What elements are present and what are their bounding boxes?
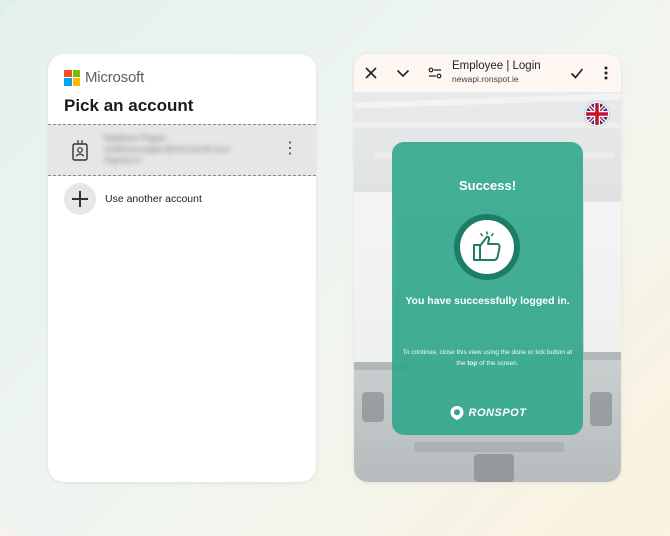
browser-url: newapi.ronspot.ie (452, 74, 519, 84)
note-emphasis: top (467, 360, 478, 367)
account-row[interactable]: Matthew Pagan matthew.pagan@microsoft.co… (48, 124, 316, 176)
chevron-down-icon[interactable] (394, 64, 412, 82)
instruction-note: To continue, close this view using the d… (402, 347, 573, 369)
account-details: Matthew Pagan matthew.pagan@microsoft.co… (104, 133, 230, 166)
thumbs-up-badge (454, 214, 520, 280)
page-title: Pick an account (64, 96, 194, 115)
microsoft-brand: Microsoft (64, 69, 144, 86)
success-title: Success! (458, 178, 517, 193)
badge-icon (72, 140, 88, 161)
microsoft-logo-icon (64, 69, 80, 86)
site-settings-icon[interactable] (426, 64, 444, 82)
uk-flag-icon[interactable] (585, 102, 609, 126)
microsoft-account-picker: Microsoft Pick an account Matthew Pagan … (48, 54, 316, 482)
thumbs-up-icon (473, 231, 501, 261)
account-email: matthew.pagan@microsoft.com (104, 144, 231, 154)
office-background-image: Success! You have successfully logged in… (354, 92, 621, 482)
ronspot-pin-icon (450, 406, 464, 420)
success-card: Success! You have successfully logged in… (392, 142, 583, 435)
browser-window: Employee | Login newapi.ronspot.ie Succe… (354, 54, 621, 482)
more-options-icon[interactable]: ⋮ (282, 141, 298, 157)
browser-page-title: Employee | Login (452, 60, 541, 72)
microsoft-name: Microsoft (85, 69, 145, 86)
plus-icon (64, 183, 96, 215)
use-another-account-label: Use another account (105, 193, 202, 205)
note-part-2: of the screen. (477, 360, 519, 367)
browser-toolbar: Employee | Login newapi.ronspot.ie (354, 54, 621, 92)
more-vertical-icon[interactable] (597, 64, 615, 82)
ronspot-brand-name: RONSPOT (468, 407, 527, 419)
success-message: You have successfully logged in. (405, 295, 570, 307)
use-another-account-button[interactable]: Use another account (64, 182, 202, 216)
close-icon[interactable] (362, 64, 380, 82)
ronspot-logo: RONSPOT (392, 405, 583, 421)
account-name: Matthew Pagan (104, 133, 167, 143)
check-icon[interactable] (568, 64, 586, 82)
account-status: Signed in (104, 155, 142, 165)
